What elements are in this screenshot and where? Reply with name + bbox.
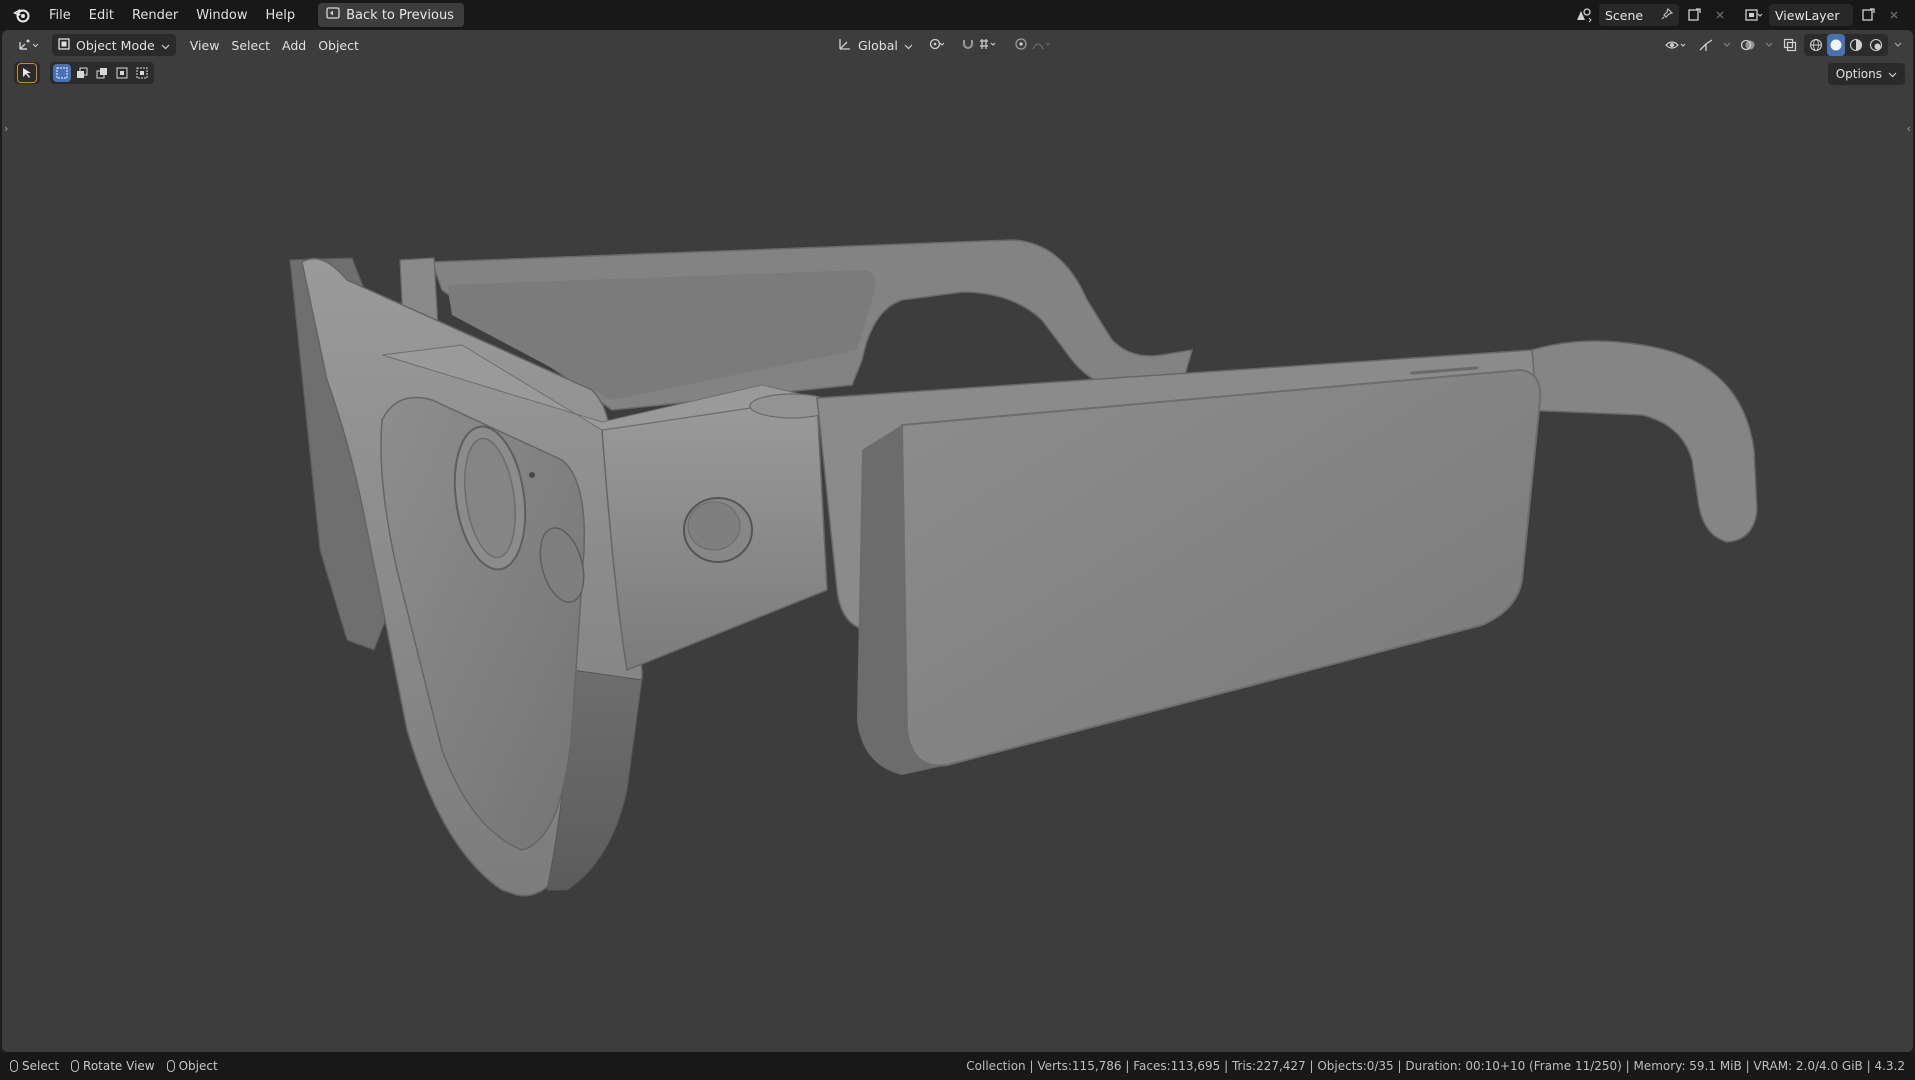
- viewport-header: Object Mode View Select Add Object Globa…: [2, 30, 1913, 60]
- scene-viewlayer-controls: Scene ViewLayer: [1573, 4, 1905, 26]
- select-tool-icon[interactable]: [17, 63, 37, 83]
- scene-browse-icon[interactable]: [1573, 4, 1595, 26]
- blender-window: File Edit Render Window Help Back to Pre…: [0, 0, 1915, 1080]
- options-label: Options: [1835, 67, 1882, 81]
- status-bar: Select Rotate View Object Collection | V…: [0, 1052, 1915, 1080]
- top-menu-bar: File Edit Render Window Help Back to Pre…: [0, 0, 1915, 30]
- falloff-icon[interactable]: [1031, 37, 1053, 54]
- viewlayer-browse-icon[interactable]: [1743, 4, 1765, 26]
- rendered-shading-icon[interactable]: [1867, 34, 1885, 56]
- menu-window[interactable]: Window: [187, 5, 256, 26]
- screen-back-icon: [326, 7, 340, 23]
- sidebar-expand-arrow-icon[interactable]: ‹: [1907, 122, 1911, 135]
- gizmo-toggle-icon[interactable]: [1695, 34, 1717, 56]
- pivot-icon: [929, 37, 945, 54]
- object-mode-icon: [58, 37, 70, 53]
- viewport-display-tools: [1662, 34, 1905, 56]
- mouse-left-icon: [10, 1060, 18, 1072]
- mode-dropdown[interactable]: Object Mode: [52, 34, 176, 56]
- sensor-dot: [529, 472, 535, 478]
- proportional-edit-icon[interactable]: [1014, 37, 1028, 54]
- select-extend-icon[interactable]: [73, 64, 91, 82]
- toolbar-expand-arrow-icon[interactable]: ›: [4, 122, 8, 135]
- orientation-label: Global: [858, 37, 898, 53]
- temple-panel: [900, 368, 1542, 767]
- menu-render[interactable]: Render: [123, 5, 187, 26]
- back-to-previous-label: Back to Previous: [346, 7, 454, 23]
- scene-statistics: Collection | Verts:115,786 | Faces:113,6…: [966, 1059, 1905, 1073]
- material-shading-icon[interactable]: [1847, 34, 1865, 56]
- mode-label: Object Mode: [76, 37, 155, 53]
- blender-logo-icon[interactable]: [10, 4, 32, 26]
- xray-toggle-icon[interactable]: [1779, 34, 1801, 56]
- near-temple-rear: [1521, 340, 1758, 543]
- pin-icon[interactable]: [1661, 7, 1674, 23]
- 3d-viewport[interactable]: Object Mode View Select Add Object Globa…: [2, 30, 1913, 1052]
- new-scene-icon[interactable]: [1683, 4, 1705, 26]
- chevron-down-icon: [904, 38, 913, 53]
- visibility-dropdown[interactable]: [1662, 34, 1692, 56]
- shading-mode-group: [1804, 34, 1888, 56]
- viewlayer-name-label: ViewLayer: [1775, 7, 1840, 23]
- menu-edit[interactable]: Edit: [80, 5, 123, 26]
- snap-controls[interactable]: [955, 34, 1004, 56]
- hint-label: Select: [22, 1059, 60, 1073]
- gizmo-dropdown-icon[interactable]: [1720, 34, 1734, 56]
- transform-orientation-dropdown[interactable]: Global: [832, 34, 919, 56]
- select-subtract-icon[interactable]: [93, 64, 111, 82]
- scene-name-label: Scene: [1605, 7, 1644, 23]
- menu-add[interactable]: Add: [276, 34, 312, 56]
- menu-object[interactable]: Object: [312, 34, 365, 56]
- mouse-middle-icon: [71, 1060, 80, 1072]
- pivot-point-dropdown[interactable]: [923, 34, 951, 56]
- selection-mode-group: [50, 62, 154, 84]
- delete-scene-icon[interactable]: [1709, 4, 1731, 26]
- mouse-right-icon: [166, 1060, 175, 1072]
- select-invert-icon[interactable]: [113, 64, 131, 82]
- temple-round-button-face: [687, 501, 741, 551]
- transform-tools: Global: [832, 34, 1059, 56]
- select-new-icon[interactable]: [53, 64, 71, 82]
- menu-help[interactable]: Help: [257, 5, 305, 26]
- active-tool-box: [14, 62, 40, 84]
- overlays-toggle-icon[interactable]: [1737, 34, 1759, 56]
- options-dropdown[interactable]: Options: [1827, 63, 1905, 85]
- tool-settings-row: [14, 62, 154, 84]
- chevron-down-icon: [161, 38, 170, 53]
- viewlayer-name-field[interactable]: ViewLayer: [1769, 4, 1853, 26]
- chevron-down-icon: [1888, 67, 1897, 81]
- status-hint-rotate: Rotate View: [71, 1059, 155, 1073]
- menu-file[interactable]: File: [40, 5, 80, 26]
- new-viewlayer-icon[interactable]: [1857, 4, 1879, 26]
- hint-label: Object: [178, 1059, 218, 1073]
- snap-increment-icon[interactable]: [978, 37, 998, 54]
- solid-shading-icon[interactable]: [1827, 34, 1845, 56]
- wireframe-shading-icon[interactable]: [1807, 34, 1825, 56]
- back-to-previous-button[interactable]: Back to Previous: [318, 3, 464, 27]
- menu-view[interactable]: View: [184, 34, 226, 56]
- editor-type-button[interactable]: [12, 34, 46, 56]
- glasses-model: [289, 239, 1758, 897]
- delete-viewlayer-icon[interactable]: [1883, 4, 1905, 26]
- snap-magnet-icon[interactable]: [961, 37, 975, 54]
- shading-dropdown-icon[interactable]: [1891, 34, 1905, 56]
- status-hint-object: Object: [166, 1059, 218, 1073]
- select-intersect-icon[interactable]: [133, 64, 151, 82]
- status-hint-select: Select: [10, 1059, 59, 1073]
- orientation-axes-icon: [838, 37, 852, 54]
- scene-name-field[interactable]: Scene: [1599, 4, 1679, 26]
- menu-select[interactable]: Select: [225, 34, 276, 56]
- overlays-dropdown-icon[interactable]: [1762, 34, 1776, 56]
- hint-label: Rotate View: [83, 1059, 155, 1073]
- proportional-edit-controls[interactable]: [1008, 34, 1059, 56]
